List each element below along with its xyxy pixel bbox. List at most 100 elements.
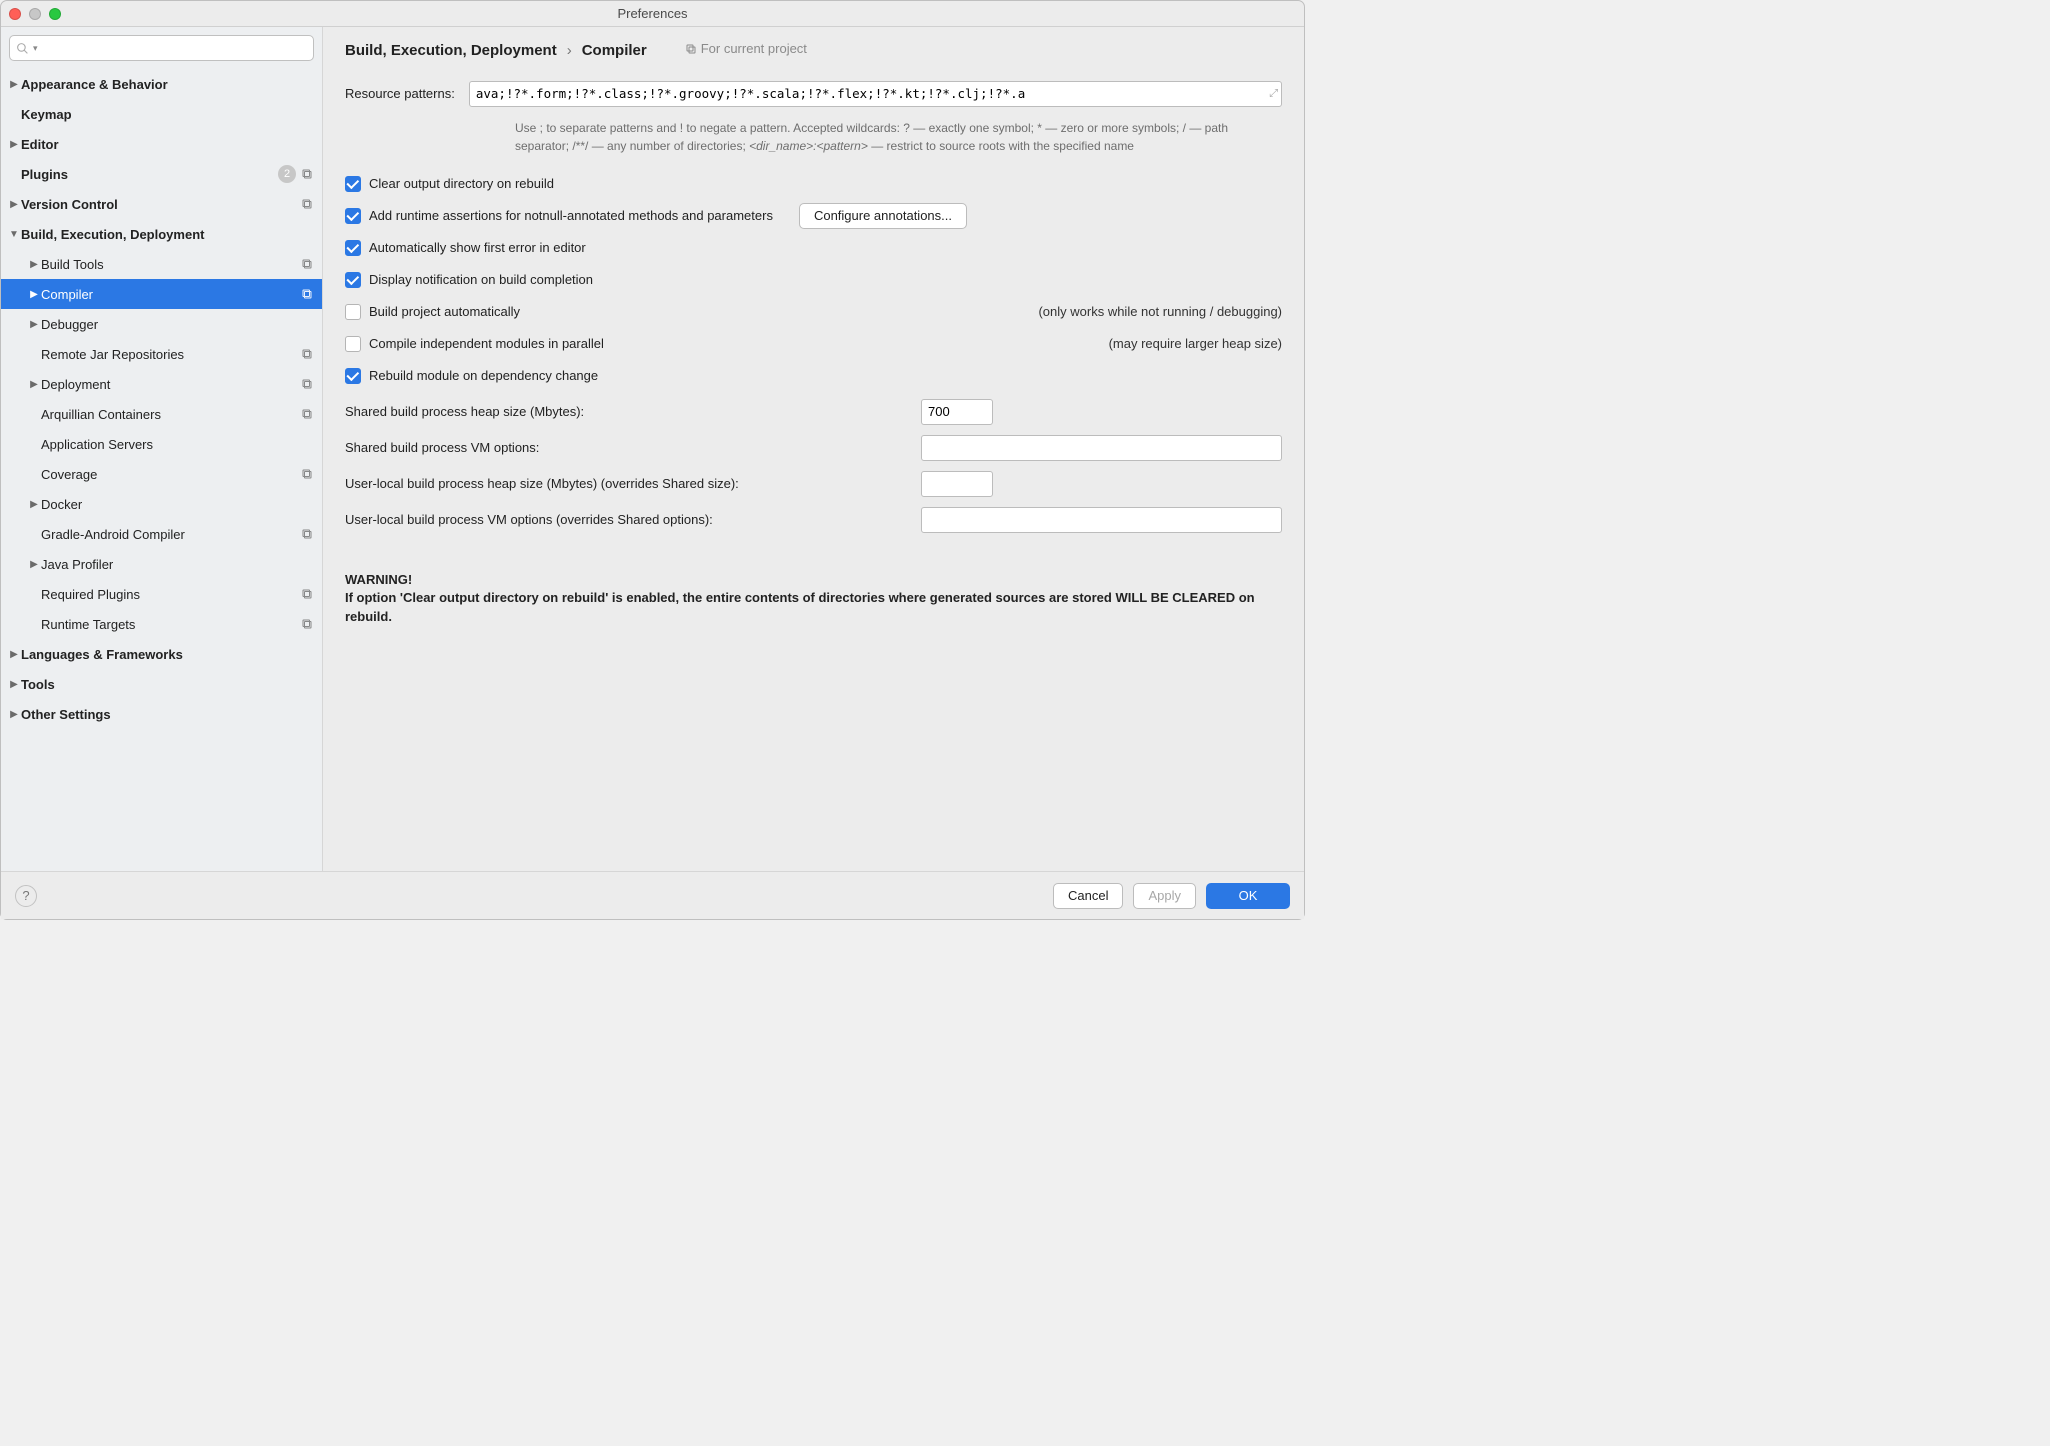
sidebar-item-label: Coverage (41, 467, 300, 482)
sidebar-item-compiler[interactable]: ▶Compiler (1, 279, 322, 309)
project-scope-icon (300, 198, 314, 210)
notnull-assertions-checkbox[interactable] (345, 208, 361, 224)
footer: ? Cancel Apply OK (1, 871, 1304, 919)
project-scope-icon (300, 348, 314, 360)
sidebar-item-runtime-targets[interactable]: Runtime Targets (1, 609, 322, 639)
clear-output-checkbox[interactable] (345, 176, 361, 192)
warning-body: If option 'Clear output directory on reb… (345, 589, 1282, 627)
window-title: Preferences (1, 6, 1304, 21)
sidebar-item-arquillian-containers[interactable]: Arquillian Containers (1, 399, 322, 429)
chevron-right-icon: ▶ (27, 289, 41, 300)
sidebar-item-required-plugins[interactable]: Required Plugins (1, 579, 322, 609)
search-input-wrapper[interactable]: ▾ (9, 35, 314, 61)
notnull-assertions-label: Add runtime assertions for notnull-annot… (369, 208, 773, 223)
chevron-right-icon: ▶ (7, 139, 21, 150)
warning-block: WARNING! If option 'Clear output directo… (345, 543, 1282, 634)
notify-build-checkbox[interactable] (345, 272, 361, 288)
sidebar-item-label: Compiler (41, 287, 300, 302)
sidebar-item-build-execution-deployment[interactable]: ▼Build, Execution, Deployment (1, 219, 322, 249)
sidebar-item-java-profiler[interactable]: ▶Java Profiler (1, 549, 322, 579)
chevron-right-icon: ▶ (27, 499, 41, 510)
local-vm-label: User-local build process VM options (ove… (345, 512, 907, 527)
parallel-compile-checkbox[interactable] (345, 336, 361, 352)
warning-title: WARNING! (345, 571, 1282, 590)
preferences-window: Preferences ▾ ▶Appearance & BehaviorKeym… (0, 0, 1305, 920)
sidebar-item-label: Plugins (21, 167, 278, 182)
dropdown-caret-icon: ▾ (33, 43, 38, 54)
shared-vm-input[interactable] (921, 435, 1282, 461)
main-panel: Build, Execution, Deployment › Compiler … (323, 27, 1304, 871)
clear-output-label: Clear output directory on rebuild (369, 176, 554, 191)
sidebar-item-other-settings[interactable]: ▶Other Settings (1, 699, 322, 729)
local-heap-label: User-local build process heap size (Mbyt… (345, 476, 907, 491)
chevron-right-icon: ▶ (7, 679, 21, 690)
sidebar-item-label: Docker (41, 497, 314, 512)
rebuild-dep-checkbox[interactable] (345, 368, 361, 384)
sidebar-item-tools[interactable]: ▶Tools (1, 669, 322, 699)
project-scope-icon (300, 258, 314, 270)
sidebar-item-label: Required Plugins (41, 587, 300, 602)
help-button[interactable]: ? (15, 885, 37, 907)
chevron-right-icon: ▶ (7, 199, 21, 210)
project-scope-icon (300, 168, 314, 180)
sidebar-item-label: Editor (21, 137, 314, 152)
sidebar-item-remote-jar-repositories[interactable]: Remote Jar Repositories (1, 339, 322, 369)
sidebar-item-plugins[interactable]: Plugins2 (1, 159, 322, 189)
resource-patterns-input[interactable] (469, 81, 1282, 107)
project-scope-icon (300, 528, 314, 540)
sidebar-item-gradle-android-compiler[interactable]: Gradle-Android Compiler (1, 519, 322, 549)
updates-badge: 2 (278, 165, 296, 183)
sidebar-item-debugger[interactable]: ▶Debugger (1, 309, 322, 339)
breadcrumb-leaf: Compiler (582, 42, 647, 59)
sidebar-item-keymap[interactable]: Keymap (1, 99, 322, 129)
sidebar-item-label: Build Tools (41, 257, 300, 272)
resource-patterns-hint: Use ; to separate patterns and ! to nega… (345, 113, 1282, 165)
chevron-right-icon: ▶ (27, 319, 41, 330)
expand-icon[interactable]: ⤢ (1269, 87, 1278, 100)
local-heap-input[interactable] (921, 471, 993, 497)
parallel-compile-label: Compile independent modules in parallel (369, 336, 604, 351)
sidebar-item-label: Deployment (41, 377, 300, 392)
sidebar-item-editor[interactable]: ▶Editor (1, 129, 322, 159)
ok-button[interactable]: OK (1206, 883, 1290, 909)
sidebar-item-version-control[interactable]: ▶Version Control (1, 189, 322, 219)
sidebar-item-docker[interactable]: ▶Docker (1, 489, 322, 519)
sidebar-item-appearance-behavior[interactable]: ▶Appearance & Behavior (1, 69, 322, 99)
project-scope-icon (300, 378, 314, 390)
sidebar-item-label: Remote Jar Repositories (41, 347, 300, 362)
project-scope-icon (300, 468, 314, 480)
sidebar-item-coverage[interactable]: Coverage (1, 459, 322, 489)
chevron-right-icon: ▶ (7, 709, 21, 720)
auto-build-aside: (only works while not running / debuggin… (1038, 304, 1282, 319)
cancel-button[interactable]: Cancel (1053, 883, 1123, 909)
sidebar-item-deployment[interactable]: ▶Deployment (1, 369, 322, 399)
sidebar: ▾ ▶Appearance & BehaviorKeymap▶EditorPlu… (1, 27, 323, 871)
auto-build-checkbox[interactable] (345, 304, 361, 320)
sidebar-item-label: Other Settings (21, 707, 314, 722)
search-icon (16, 42, 29, 55)
breadcrumb-parent: Build, Execution, Deployment (345, 42, 557, 59)
chevron-right-icon: ▶ (27, 379, 41, 390)
configure-annotations-button[interactable]: Configure annotations... (799, 203, 967, 229)
auto-build-label: Build project automatically (369, 304, 520, 319)
sidebar-item-build-tools[interactable]: ▶Build Tools (1, 249, 322, 279)
local-vm-input[interactable] (921, 507, 1282, 533)
sidebar-item-application-servers[interactable]: Application Servers (1, 429, 322, 459)
apply-button[interactable]: Apply (1133, 883, 1196, 909)
scope-tag: For current project (685, 41, 807, 56)
search-input[interactable] (42, 41, 307, 56)
breadcrumb: Build, Execution, Deployment › Compiler … (323, 27, 1304, 65)
first-error-checkbox[interactable] (345, 240, 361, 256)
shared-heap-input[interactable] (921, 399, 993, 425)
sidebar-item-label: Languages & Frameworks (21, 647, 314, 662)
sidebar-item-label: Application Servers (41, 437, 314, 452)
project-scope-icon (300, 588, 314, 600)
sidebar-item-label: Version Control (21, 197, 300, 212)
sidebar-item-languages-frameworks[interactable]: ▶Languages & Frameworks (1, 639, 322, 669)
project-scope-icon (300, 618, 314, 630)
parallel-compile-aside: (may require larger heap size) (1109, 336, 1282, 351)
sidebar-item-label: Debugger (41, 317, 314, 332)
project-scope-icon (300, 408, 314, 420)
sidebar-item-label: Gradle-Android Compiler (41, 527, 300, 542)
settings-tree: ▶Appearance & BehaviorKeymap▶EditorPlugi… (1, 67, 322, 871)
